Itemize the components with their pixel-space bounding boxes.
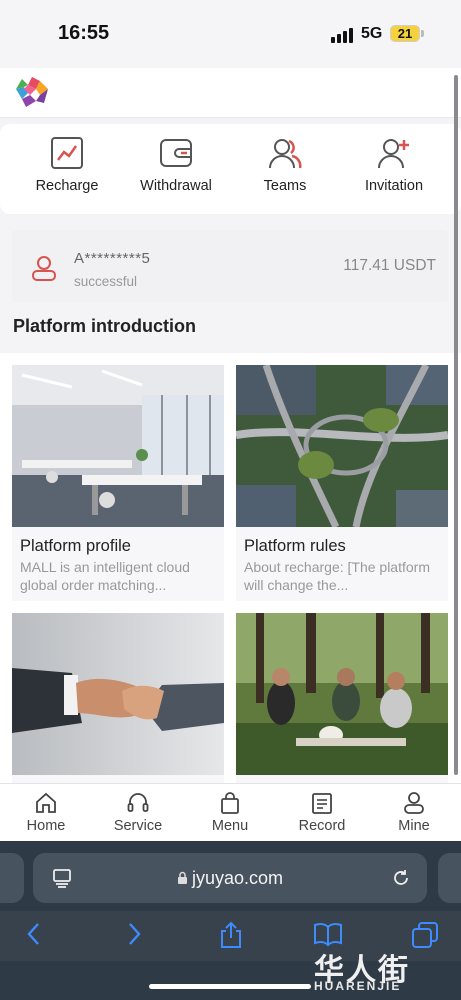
teams-label: Teams	[263, 178, 307, 194]
tab-service-label: Service	[113, 818, 163, 834]
chart-line-icon	[51, 137, 83, 169]
card-desc: MALL is an intelligent cloud global orde…	[20, 559, 190, 593]
user-add-icon	[378, 139, 409, 169]
card-desc: About recharge: [The platform will chang…	[244, 559, 430, 593]
recharge-button[interactable]: Recharge	[12, 136, 122, 206]
status-time: 16:55	[58, 22, 110, 44]
tab-mine-label: Mine	[398, 818, 430, 834]
browser-chrome: jyuyao.com 华人街 HUARENJIE	[0, 841, 461, 1000]
card-title: Platform profile	[20, 537, 131, 555]
teams-button[interactable]: Teams	[230, 136, 340, 206]
forward-icon[interactable]	[124, 921, 144, 947]
battery-tip	[421, 30, 424, 37]
withdrawal-label: Withdrawal	[140, 178, 212, 194]
tab-mine[interactable]: Mine	[374, 791, 454, 834]
back-icon[interactable]	[24, 921, 44, 947]
card-title: Platform rules	[244, 537, 346, 555]
office-image	[12, 365, 224, 527]
invitation-button[interactable]: Invitation	[339, 136, 449, 206]
picnic-image	[236, 613, 448, 775]
bag-icon	[221, 792, 239, 814]
bookmarks-icon[interactable]	[313, 921, 343, 947]
status-bar: 16:55 5G 21	[0, 0, 461, 68]
recent-record-notice: A*********5 successful 117.41 USDT	[12, 230, 448, 302]
next-tab-preview[interactable]	[438, 853, 461, 903]
section-title: Platform introduction	[13, 316, 196, 336]
app-header	[0, 68, 461, 118]
share-icon[interactable]	[218, 921, 244, 949]
wallet-icon	[160, 139, 192, 167]
page-scrollbar[interactable]	[454, 75, 458, 775]
platform-rules-card[interactable]: Platform rules About recharge: [The plat…	[236, 365, 448, 601]
tab-service[interactable]: Service	[98, 791, 178, 834]
tab-menu-label: Menu	[211, 818, 249, 834]
team-icon	[269, 139, 302, 169]
bottom-tab-bar: Home Service Menu Record Mine	[0, 783, 461, 841]
previous-tab-preview[interactable]	[0, 853, 24, 903]
invitation-label: Invitation	[364, 178, 424, 194]
platform-profile-card[interactable]: Platform profile MALL is an intelligent …	[12, 365, 224, 601]
handshake-image	[12, 613, 224, 775]
app-logo-icon	[16, 77, 48, 107]
record-account: A*********5	[74, 250, 151, 267]
tab-menu[interactable]: Menu	[190, 791, 270, 834]
record-status: successful	[74, 274, 138, 289]
withdrawal-button[interactable]: Withdrawal	[121, 136, 231, 206]
battery-icon: 21	[390, 25, 420, 42]
home-indicator[interactable]	[149, 984, 311, 989]
recharge-label: Recharge	[35, 178, 99, 194]
url-display[interactable]: jyuyao.com	[33, 868, 427, 889]
headset-icon	[127, 793, 149, 812]
user-icon	[32, 256, 56, 281]
document-icon	[312, 793, 332, 814]
person-icon	[404, 792, 424, 814]
quick-actions: Recharge Withdrawal Teams Invitation	[0, 124, 461, 214]
cellular-signal-icon	[331, 27, 353, 43]
network-type: 5G	[361, 25, 383, 42]
tab-record[interactable]: Record	[282, 791, 362, 834]
watermark-text: HUARENJIE	[314, 979, 402, 993]
lock-icon	[177, 871, 187, 884]
home-icon	[36, 792, 56, 813]
tab-home-label: Home	[26, 818, 66, 834]
watermark-logo: 华人街 HUARENJIE	[310, 945, 460, 997]
record-amount: 117.41 USDT	[343, 257, 436, 274]
address-bar[interactable]: jyuyao.com	[33, 853, 427, 903]
tab-record-label: Record	[298, 818, 346, 834]
app-page: Recharge Withdrawal Teams Invitation A**…	[0, 68, 461, 841]
battery-level: 21	[397, 26, 413, 41]
tab-home[interactable]: Home	[6, 791, 86, 834]
url-text: jyuyao.com	[191, 868, 284, 888]
reload-icon[interactable]	[391, 868, 411, 888]
interchange-image	[236, 365, 448, 527]
intro-grid: Platform profile MALL is an intelligent …	[0, 353, 461, 841]
